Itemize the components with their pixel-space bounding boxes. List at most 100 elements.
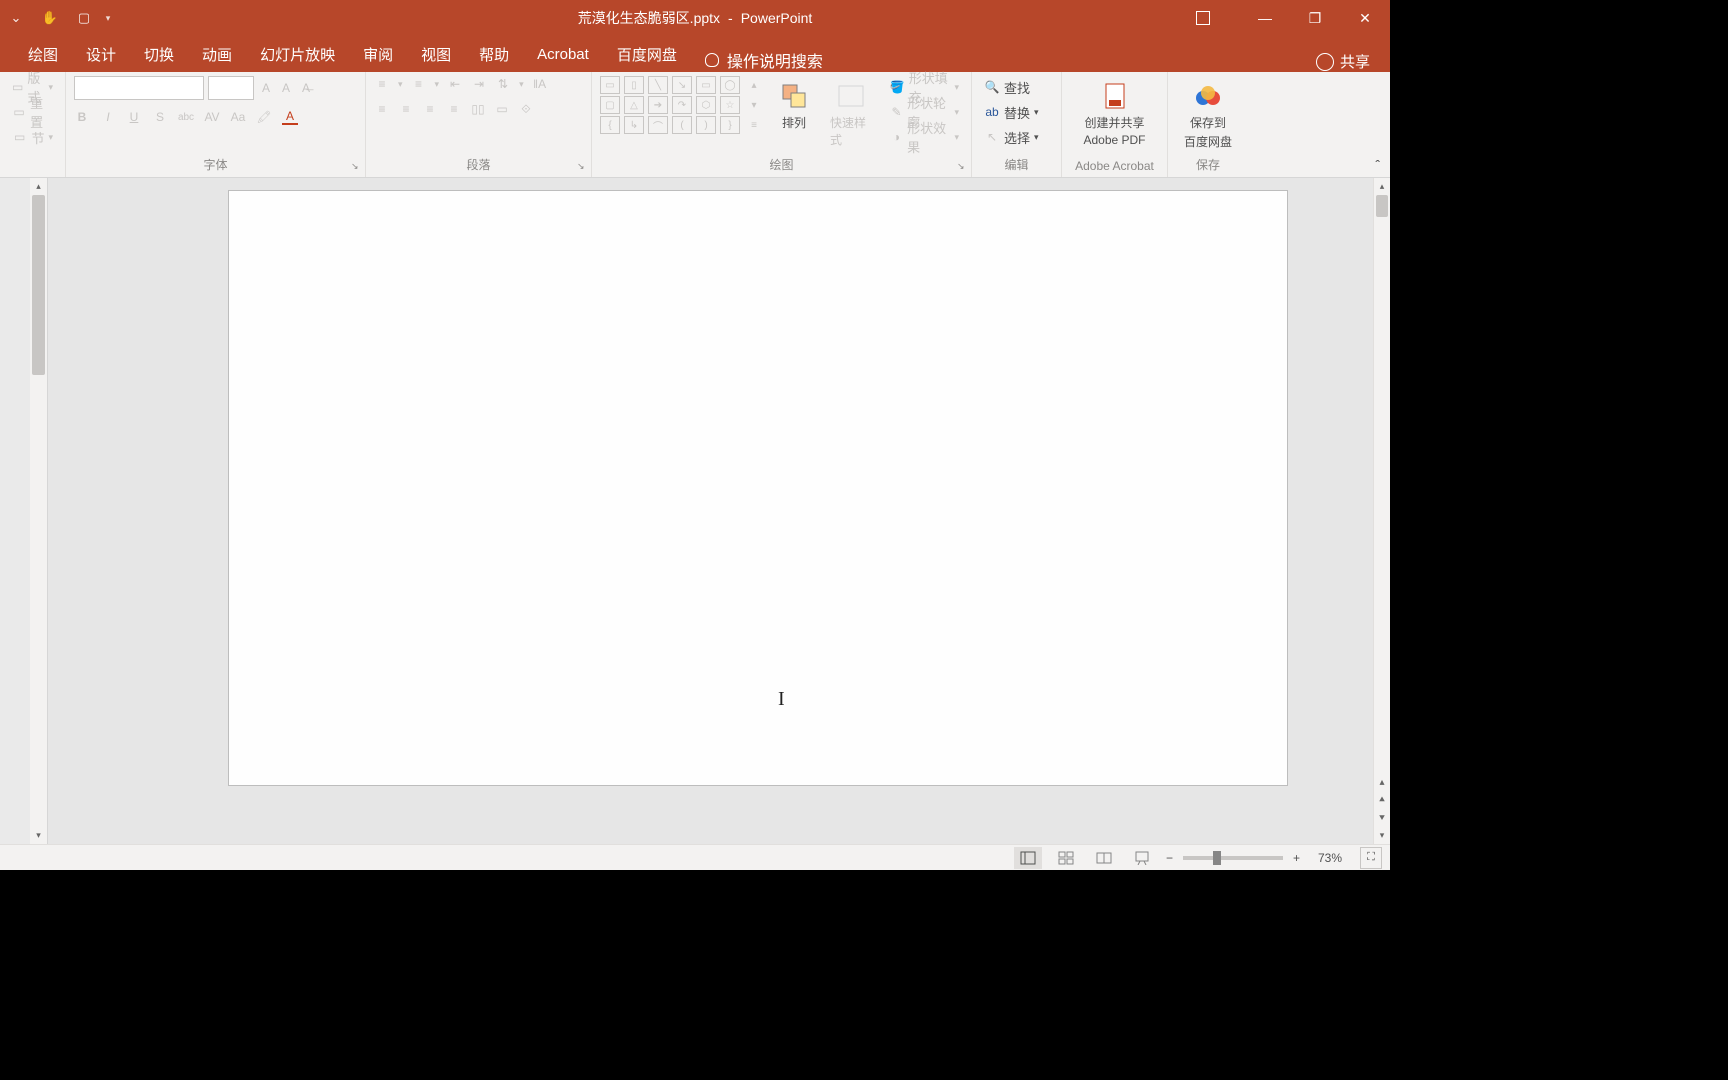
next-slide-double-button[interactable]: ⯆ [1374,809,1390,827]
thumb-scroll-up[interactable]: ▴ [30,178,47,195]
tab-transitions[interactable]: 切换 [130,36,188,72]
font-dialog-launcher[interactable]: ↘ [351,161,363,173]
slide-reset-button[interactable]: ▭重置 [8,101,57,123]
shapes-more-up[interactable]: ▴ [744,76,764,94]
underline-button[interactable]: U [126,109,142,125]
tell-me-search[interactable]: 操作说明搜索 [691,48,837,72]
create-share-pdf-button[interactable]: 创建并共享 Adobe PDF [1070,76,1159,147]
strikethrough-button[interactable]: S [152,109,168,125]
prev-slide-double-button[interactable]: ⯅ [1374,791,1390,809]
tab-view[interactable]: 视图 [407,36,465,72]
slide-section-button[interactable]: ▭节 ▾ [8,126,57,148]
bold-button[interactable]: B [74,109,90,125]
share-button[interactable]: 共享 [1316,51,1370,72]
shape-curved-arrow-icon[interactable]: ↷ [672,96,692,114]
maximize-button[interactable]: ❐ [1290,0,1340,36]
thumbnails-scrollbar[interactable]: ▴ ▾ [30,178,47,844]
shape-textbox-icon[interactable]: ▭ [600,76,620,94]
qat-customize-icon[interactable]: ▾ [100,10,116,26]
text-shadow-button[interactable]: abc [178,109,194,125]
align-right-button[interactable]: ≡ [422,101,438,117]
align-left-button[interactable]: ≡ [374,101,390,117]
shape-right-arrow-icon[interactable]: ➔ [648,96,668,114]
shape-arrow-icon[interactable]: ↘ [672,76,692,94]
shape-effects-button[interactable]: ◑形状效果▾ [886,126,963,148]
scroll-up-button[interactable]: ▴ [1374,178,1390,195]
thumb-scroll-down[interactable]: ▾ [30,827,47,844]
shape-vertical-textbox-icon[interactable]: ▯ [624,76,644,94]
fit-to-window-button[interactable]: ⛶ [1360,847,1382,869]
shape-triangle-icon[interactable]: △ [624,96,644,114]
tab-help[interactable]: 帮助 [465,36,523,72]
tab-review[interactable]: 审阅 [349,36,407,72]
slide-canvas[interactable] [228,190,1288,786]
zoom-out-button[interactable]: − [1166,851,1173,865]
zoom-slider[interactable] [1183,856,1283,860]
drawing-dialog-launcher[interactable]: ↘ [957,161,969,173]
text-direction-button[interactable]: ‖A [532,76,548,92]
quick-styles-button[interactable]: 快速样式 [824,76,878,148]
slideshow-view-button[interactable] [1128,847,1156,869]
find-button[interactable]: 🔍查找 [980,76,1053,98]
collapse-ribbon-button[interactable]: ˆ [1375,157,1380,173]
shape-paren-right-icon[interactable]: ) [696,116,716,134]
line-spacing-button[interactable]: ⇅ [495,76,511,92]
scroll-thumb[interactable] [1376,195,1388,217]
columns-button[interactable]: ▯▯ [470,101,486,117]
align-center-button[interactable]: ≡ [398,101,414,117]
normal-view-button[interactable] [1014,847,1042,869]
shape-brace-left-icon[interactable]: { [600,116,620,134]
shape-oval-icon[interactable]: ◯ [720,76,740,94]
shape-arc-icon[interactable]: ⌒ [648,116,668,134]
smartart-convert-button[interactable]: ⟐ [518,101,534,117]
paragraph-dialog-launcher[interactable]: ↘ [577,161,589,173]
thumb-scroll-handle[interactable] [32,195,45,375]
minimize-button[interactable]: ― [1240,0,1290,36]
zoom-percent[interactable]: 73% [1310,851,1350,865]
grow-font-button[interactable]: A [258,80,274,96]
font-name-input[interactable] [74,76,204,100]
font-color-button[interactable]: A [282,109,298,125]
tab-animations[interactable]: 动画 [188,36,246,72]
shape-star-icon[interactable]: ☆ [720,96,740,114]
tab-draw[interactable]: 绘图 [14,36,72,72]
select-button[interactable]: ↖选择▾ [980,126,1053,148]
shape-rounded-rect-icon[interactable]: ▢ [600,96,620,114]
zoom-slider-handle[interactable] [1213,851,1221,865]
char-spacing-button[interactable]: AV [204,109,220,125]
ribbon-display-options-icon[interactable] [1196,11,1210,25]
shape-rectangle-icon[interactable]: ▭ [696,76,716,94]
shapes-expand[interactable]: ≡ [744,116,764,134]
save-to-baidu-button[interactable]: 保存到 百度网盘 [1176,76,1240,150]
shrink-font-button[interactable]: A [278,80,294,96]
shape-paren-left-icon[interactable]: ( [672,116,692,134]
change-case-button[interactable]: Aa [230,109,246,125]
tab-slideshow[interactable]: 幻灯片放映 [246,36,349,72]
italic-button[interactable]: I [100,109,116,125]
align-text-button[interactable]: ▭ [494,101,510,117]
shape-brace-right-icon[interactable]: } [720,116,740,134]
shapes-more-down[interactable]: ▾ [744,96,764,114]
increase-indent-button[interactable]: ⇥ [471,76,487,92]
close-button[interactable]: ✕ [1340,0,1390,36]
scroll-down-button[interactable]: ▾ [1374,827,1390,844]
slide-canvas-area[interactable]: I [48,178,1373,844]
tab-acrobat[interactable]: Acrobat [523,36,603,72]
slide-sorter-view-button[interactable] [1052,847,1080,869]
shape-line-icon[interactable]: ╲ [648,76,668,94]
shapes-gallery[interactable]: ▭ ▯ ╲ ↘ ▭ ◯ ▴ ▢ △ ➔ ↷ ⬡ ☆ [600,76,764,134]
vertical-scrollbar[interactable]: ▴ ▴ ⯅ ⯆ ▾ [1373,178,1390,844]
prev-slide-button[interactable]: ▴ [1374,773,1390,791]
align-justify-button[interactable]: ≡ [446,101,462,117]
tab-baidu[interactable]: 百度网盘 [603,36,691,72]
qat-btn-1[interactable]: ⌄ [8,10,24,26]
shape-hexagon-icon[interactable]: ⬡ [696,96,716,114]
highlight-button[interactable]: 🖍 [256,109,272,125]
reading-view-button[interactable] [1090,847,1118,869]
shape-connector-icon[interactable]: ↳ [624,116,644,134]
qat-touch-mode-icon[interactable]: ✋ [42,10,58,26]
font-size-input[interactable] [208,76,254,100]
slide-thumbnails-pane[interactable]: ▴ ▾ [0,178,48,844]
arrange-button[interactable]: 排列 [772,76,816,131]
qat-slideshow-icon[interactable]: ▢ [76,10,92,26]
